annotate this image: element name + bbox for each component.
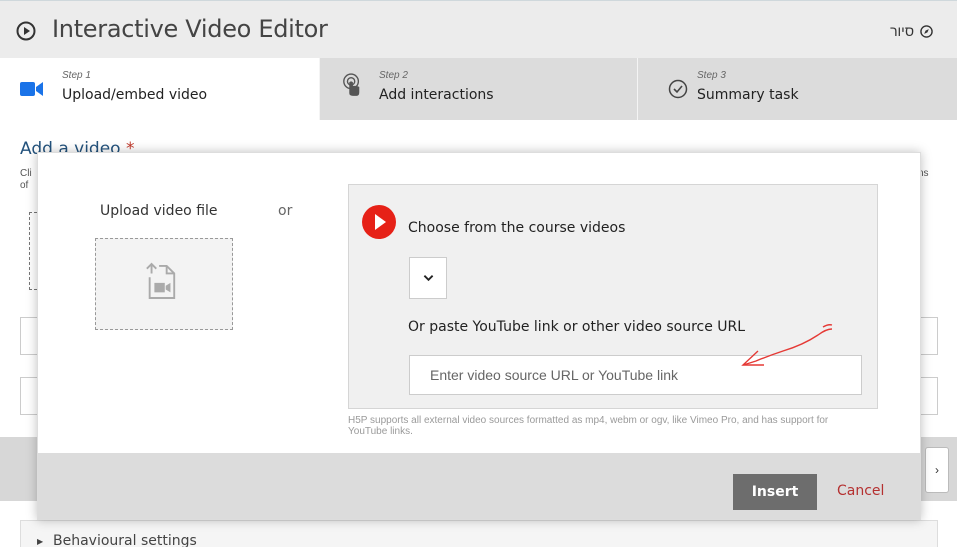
step-3-number: Step 3 [697,70,726,81]
background-drop-zone [29,212,37,290]
step-3-label: Summary task [697,87,799,103]
youtube-play-icon [362,205,396,239]
tour-button[interactable]: סיור [890,23,933,39]
step-2-label: Add interactions [379,87,494,103]
upload-video-file-icon [146,262,176,299]
next-arrow-button[interactable]: › [925,447,949,493]
compass-icon [920,24,933,38]
caret-right-icon: ▶ [37,537,44,546]
tab-step-3[interactable]: Step 3 Summary task [638,58,957,120]
upload-drop-zone[interactable] [95,238,233,330]
tour-label: סיור [890,23,914,39]
background-desc-line-1: Cli [20,168,32,179]
play-circle-icon [16,21,36,41]
choose-course-videos-label: Choose from the course videos [408,220,626,236]
paste-url-label: Or paste YouTube link or other video sou… [408,319,746,335]
editor-header: Interactive Video Editor סיור [0,0,957,58]
chevron-down-icon [423,275,433,282]
step-2-number: Step 2 [379,70,408,81]
upload-video-label: Upload video file [100,203,218,219]
tab-step-1[interactable]: Step 1 Upload/embed video [0,58,320,120]
supported-formats-note: H5P supports all external video sources … [348,415,829,437]
tab-step-2[interactable]: Step 2 Add interactions [320,58,638,120]
check-circle-icon [668,79,688,99]
external-source-panel: Choose from the course videos Or paste Y… [348,184,878,409]
annotation-arrow [741,324,833,366]
touch-icon [343,73,360,96]
behavioural-settings-toggle[interactable]: ▶ Behavioural settings [20,520,938,547]
course-videos-select[interactable] [409,257,447,299]
video-camera-icon [20,82,43,96]
or-separator: or [278,203,293,219]
cancel-button[interactable]: Cancel [837,483,884,499]
add-video-dialog: Upload video file or Choose from the cou… [37,152,921,520]
background-desc-line-2: of [20,180,29,191]
background-description: Cli of [20,168,32,192]
dialog-footer: Insert Cancel [38,453,920,519]
step-1-label: Upload/embed video [62,87,208,103]
insert-button[interactable]: Insert [733,474,817,510]
page-title: Interactive Video Editor [52,15,328,43]
step-1-number: Step 1 [62,70,91,81]
behavioural-settings-label: Behavioural settings [53,533,197,547]
step-tabs: Step 1 Upload/embed video Step 2 Add int… [0,58,957,120]
